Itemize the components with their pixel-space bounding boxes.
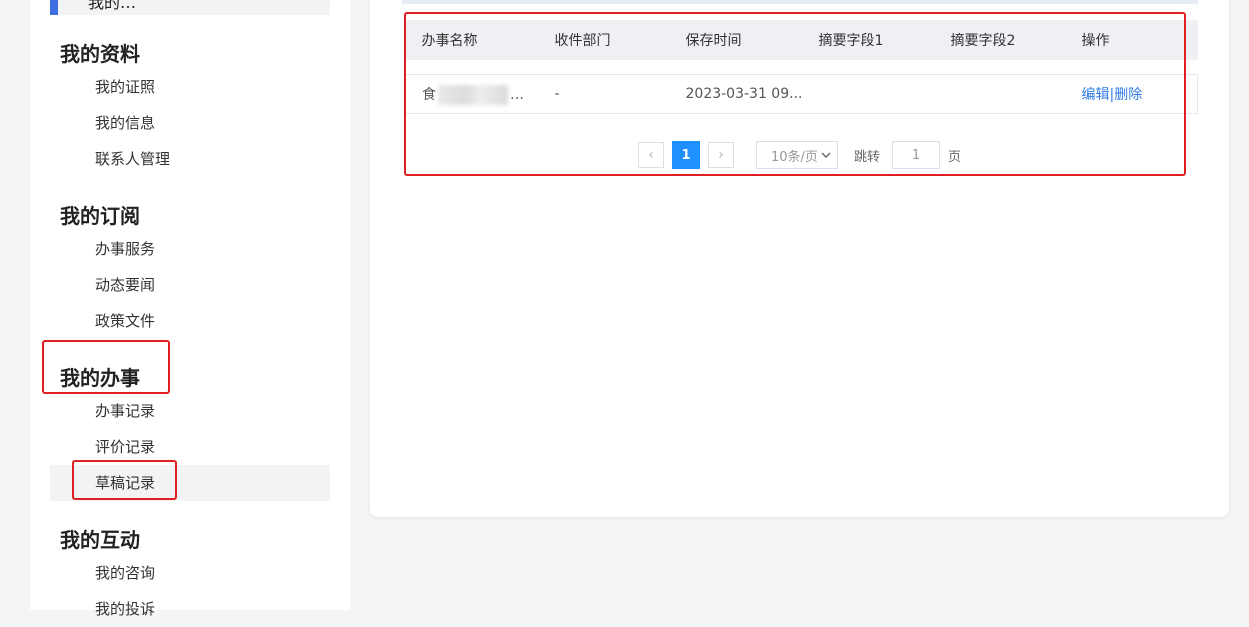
highlight-box-affairs: [42, 340, 170, 394]
sidebar-item-complaints[interactable]: 我的投诉: [50, 591, 330, 627]
sidebar-item-consultations[interactable]: 我的咨询: [50, 555, 330, 591]
sidebar-item-affair-records[interactable]: 办事记录: [50, 393, 330, 429]
sidebar-item-services[interactable]: 办事服务: [50, 231, 330, 267]
group-title-profile: 我的资料: [60, 42, 140, 66]
sidebar-item-label: 我的…: [88, 0, 137, 12]
active-indicator: [50, 0, 58, 15]
group-title-interaction: 我的互动: [60, 528, 140, 552]
sidebar: 我的… 我的资料 我的证照 我的信息 联系人管理 我的订阅 办事服务 动态要闻 …: [30, 0, 350, 618]
group-title-subscriptions: 我的订阅: [60, 204, 140, 228]
sidebar-item-licenses[interactable]: 我的证照: [50, 69, 330, 105]
sidebar-item-news[interactable]: 动态要闻: [50, 267, 330, 303]
highlight-box-table: [404, 12, 1186, 176]
panel-top-strip: [402, 0, 1198, 4]
sidebar-item-contacts[interactable]: 联系人管理: [50, 141, 330, 177]
sidebar-item-my-info[interactable]: 我的信息: [50, 105, 330, 141]
sidebar-item-top[interactable]: 我的…: [50, 0, 330, 15]
sidebar-item-policies[interactable]: 政策文件: [50, 303, 330, 339]
highlight-box-drafts: [72, 460, 177, 500]
